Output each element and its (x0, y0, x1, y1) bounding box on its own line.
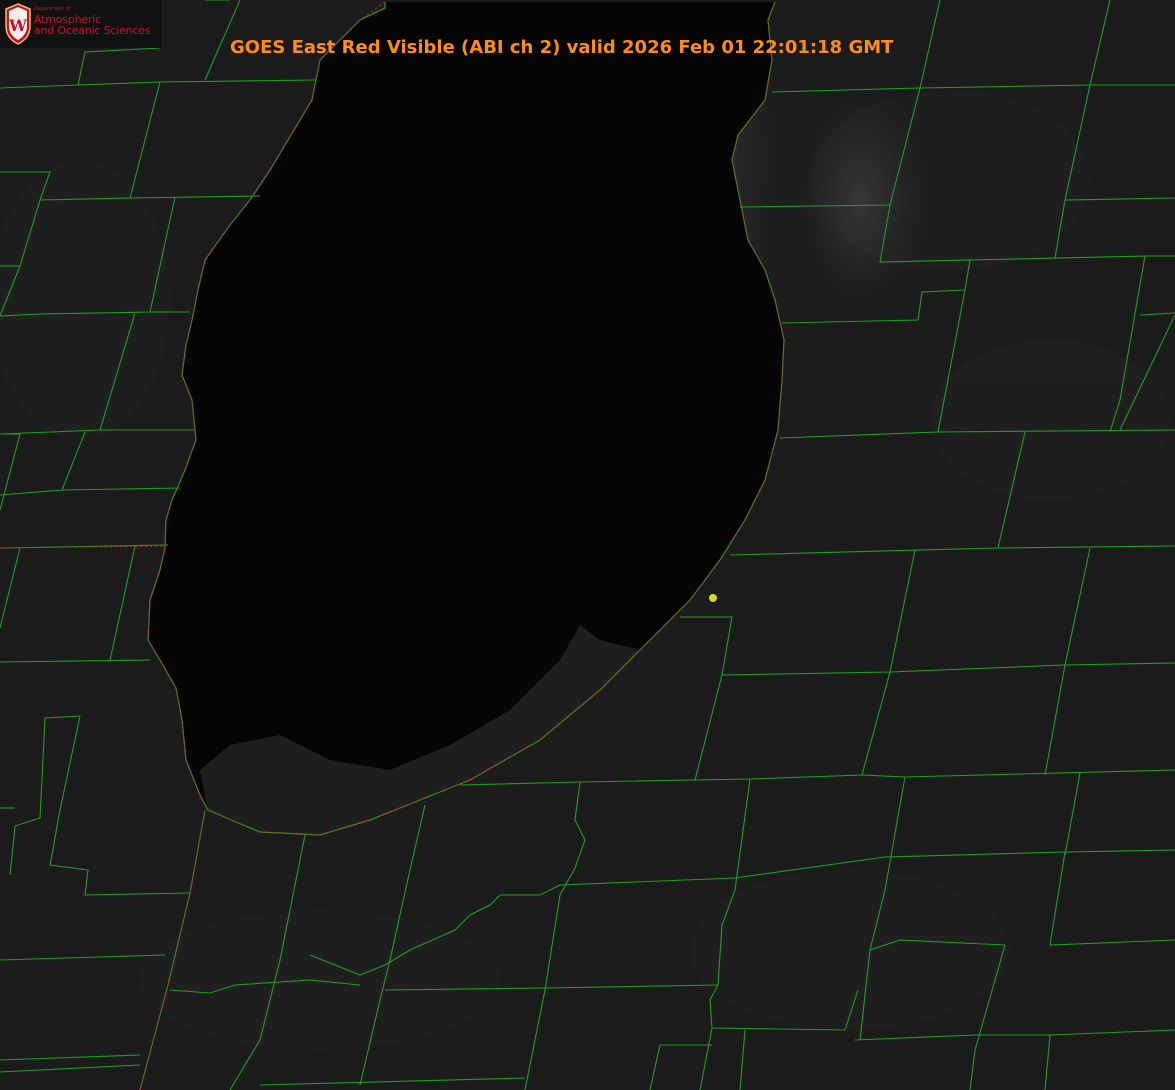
university-crest-icon: W (5, 3, 31, 45)
station-marker-icon (709, 594, 717, 602)
logo-department: Department of (34, 6, 71, 12)
logo: W Department of Atmospheric and Oceanic … (0, 0, 162, 48)
svg-text:W: W (8, 16, 28, 35)
image-title: GOES East Red Visible (ABI ch 2) valid 2… (230, 37, 894, 58)
logo-line-2: and Oceanic Sciences (34, 24, 151, 37)
satellite-map (0, 0, 1175, 1090)
